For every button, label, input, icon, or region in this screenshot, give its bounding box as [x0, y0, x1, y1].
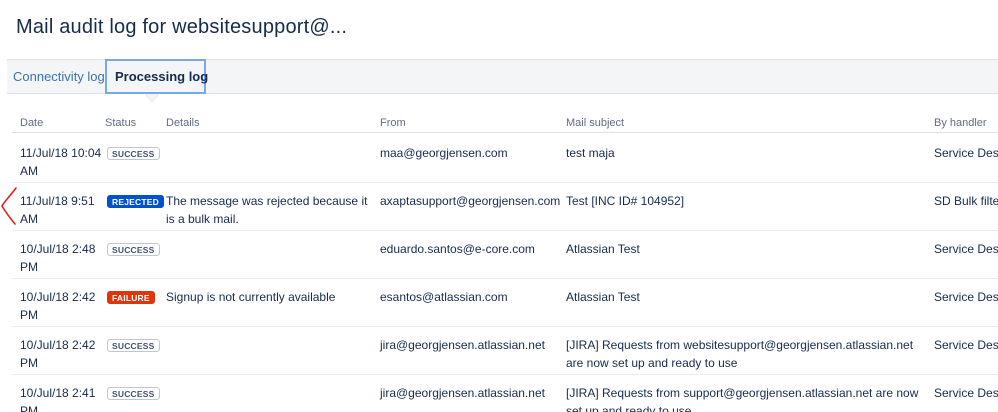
mail-audit-page: Mail audit log for websitesupport@... Co… — [0, 0, 998, 412]
table-row[interactable]: 11/Jul/18 10:04 AM SUCCESS maa@georgjens… — [12, 134, 998, 183]
row-handler: Service Desk Handler — [934, 290, 998, 304]
row-date: 10/Jul/18 2:48 PM — [20, 242, 96, 274]
row-handler: Service Desk Handler — [934, 242, 998, 256]
row-handler: Service Desk Handler — [934, 386, 998, 400]
table-row[interactable]: 10/Jul/18 2:42 PM SUCCESS jira@georgjens… — [12, 326, 998, 375]
row-from: esantos@atlassian.com — [380, 290, 508, 304]
row-status: SUCCESS — [107, 144, 160, 162]
tab-bar: Connectivity log Processing log — [7, 59, 998, 94]
row-date: 11/Jul/18 10:04 AM — [20, 146, 102, 178]
row-status: REJECTED — [107, 192, 164, 210]
row-handler: Service Desk Handler — [934, 146, 998, 160]
row-handler: SD Bulk filte — [934, 194, 998, 208]
status-badge: SUCCESS — [107, 339, 160, 352]
page-title: Mail audit log for websitesupport@... — [16, 16, 348, 38]
column-header-details[interactable]: Details — [166, 117, 200, 129]
active-tab-caret — [145, 94, 159, 101]
row-handler: Service Desk Handler — [934, 338, 998, 352]
row-date: 10/Jul/18 2:42 PM — [20, 290, 96, 322]
tab-connectivity-log[interactable]: Connectivity log — [7, 60, 105, 93]
column-header-date[interactable]: Date — [20, 117, 43, 129]
row-status: FAILURE — [107, 288, 155, 306]
column-header-from[interactable]: From — [380, 117, 406, 129]
column-header-by-handler[interactable]: By handler — [934, 117, 987, 129]
row-subject: Atlassian Test — [566, 242, 640, 256]
row-from: jira@georgjensen.atlassian.net — [380, 338, 545, 352]
row-date: 11/Jul/18 9:51 AM — [20, 194, 95, 226]
tab-processing-log[interactable]: Processing log — [105, 59, 208, 94]
row-subject: [JIRA] Requests from support@georgjensen… — [566, 386, 919, 412]
row-subject: [JIRA] Requests from websitesupport@geor… — [566, 338, 914, 370]
table-row[interactable]: 10/Jul/18 2:48 PM SUCCESS eduardo.santos… — [12, 230, 998, 279]
table-row[interactable]: 11/Jul/18 9:51 AM REJECTED The message w… — [12, 182, 998, 231]
status-badge: SUCCESS — [107, 147, 160, 160]
status-badge: REJECTED — [107, 195, 164, 208]
row-subject: test maja — [566, 146, 615, 160]
row-details: The message was rejected because it is a… — [166, 194, 368, 226]
red-annotation-mark — [1, 187, 17, 225]
row-date: 10/Jul/18 2:41 PM — [20, 386, 96, 412]
row-from: jira@georgjensen.atlassian.net — [380, 386, 545, 400]
row-status: SUCCESS — [107, 240, 160, 258]
status-badge: SUCCESS — [107, 387, 160, 400]
row-status: SUCCESS — [107, 384, 160, 402]
row-subject: Test [INC ID# 104952] — [566, 194, 685, 208]
status-badge: FAILURE — [107, 291, 155, 304]
table-row[interactable]: 10/Jul/18 2:41 PM SUCCESS jira@georgjens… — [12, 374, 998, 412]
row-details: Signup is not currently available — [166, 290, 336, 304]
table-header: Date Status Details From Mail subject By… — [12, 110, 998, 133]
column-header-status[interactable]: Status — [105, 117, 136, 129]
row-subject: Atlassian Test — [566, 290, 640, 304]
column-header-mail-subject[interactable]: Mail subject — [566, 117, 624, 129]
row-from: axaptasupport@georgjensen.com — [380, 194, 561, 208]
table-row[interactable]: 10/Jul/18 2:42 PM FAILURE Signup is not … — [12, 278, 998, 327]
status-badge: SUCCESS — [107, 243, 160, 256]
row-from: maa@georgjensen.com — [380, 146, 508, 160]
row-status: SUCCESS — [107, 336, 160, 354]
row-date: 10/Jul/18 2:42 PM — [20, 338, 96, 370]
row-from: eduardo.santos@e-core.com — [380, 242, 535, 256]
